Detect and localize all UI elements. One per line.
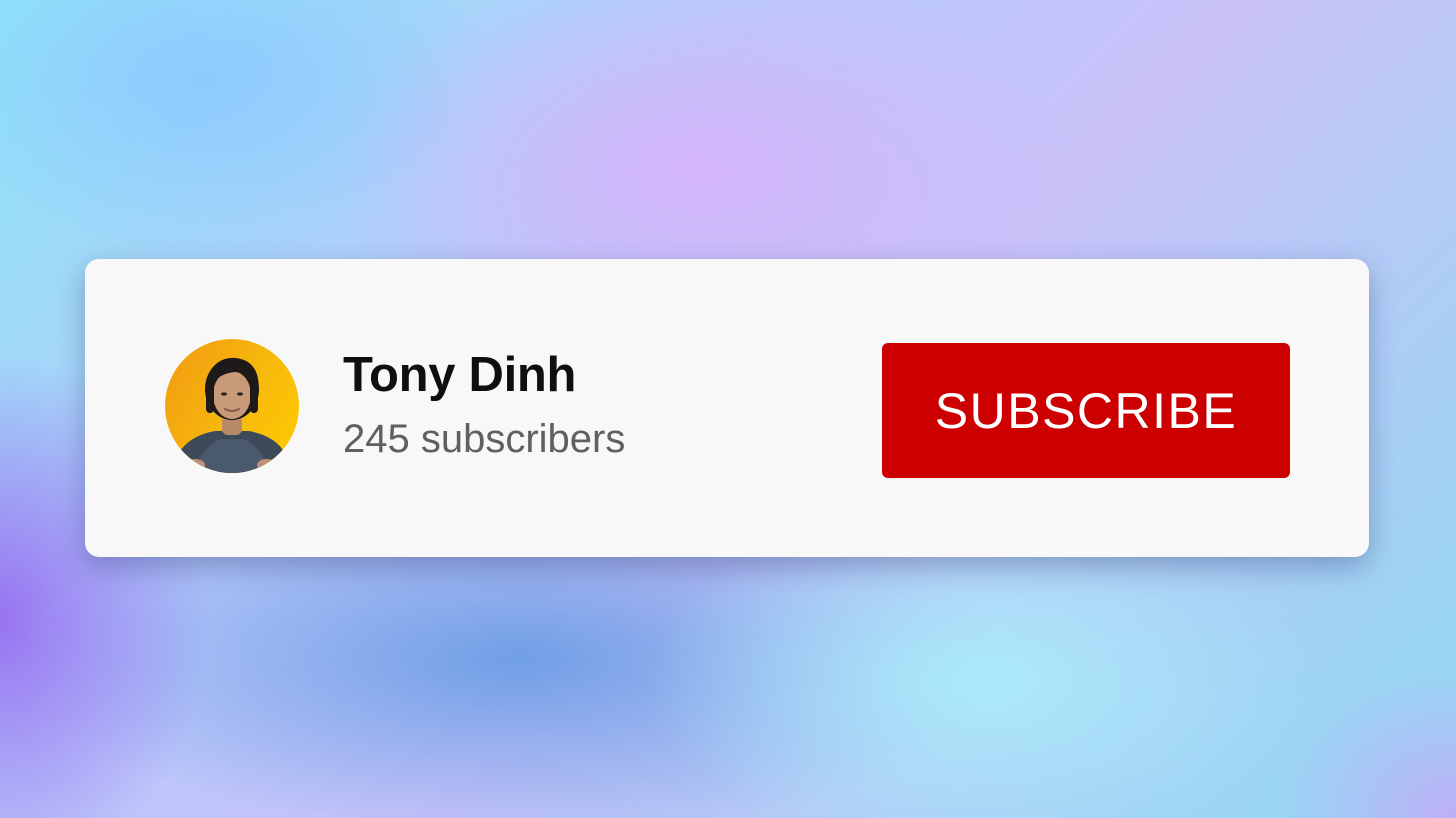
channel-info: Tony Dinh 245 subscribers xyxy=(343,347,625,463)
avatar-person-icon xyxy=(173,357,291,473)
channel-avatar[interactable] xyxy=(165,339,299,473)
channel-card: Tony Dinh 245 subscribers SUBSCRIBE xyxy=(85,259,1369,557)
subscribe-button[interactable]: SUBSCRIBE xyxy=(882,343,1290,478)
channel-name[interactable]: Tony Dinh xyxy=(343,347,625,403)
subscriber-count: 245 subscribers xyxy=(343,417,626,461)
